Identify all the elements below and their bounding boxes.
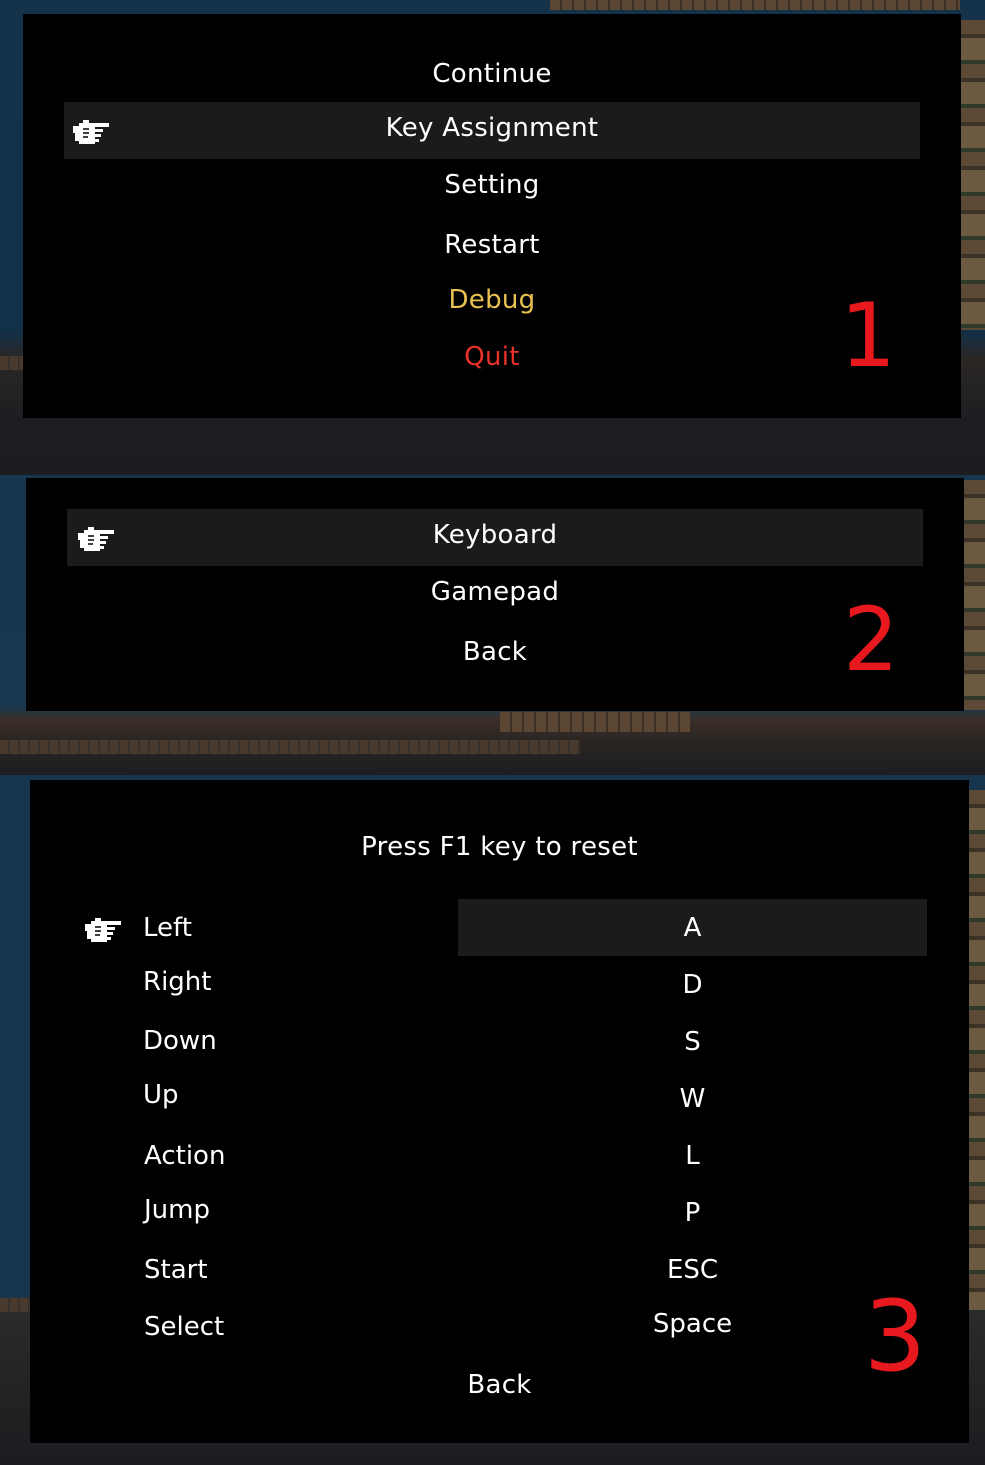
binding-action-left[interactable]: Left: [143, 911, 192, 945]
menu-item-restart[interactable]: Restart: [23, 228, 961, 262]
menu-item-quit[interactable]: Quit: [23, 340, 961, 374]
pause-menu-panel: Continue Key Assignment Setting Restart …: [23, 14, 961, 418]
binding-action-up[interactable]: Up: [143, 1078, 179, 1112]
key-assignment-panel: Keyboard Gamepad Back 2: [26, 478, 964, 711]
svg-text:3: 3: [864, 1280, 926, 1378]
binding-action-down[interactable]: Down: [143, 1024, 217, 1058]
binding-key-jump[interactable]: P: [458, 1196, 927, 1230]
binding-key-left[interactable]: A: [458, 911, 927, 945]
menu-item-back[interactable]: Back: [26, 635, 964, 669]
menu-item-gamepad[interactable]: Gamepad: [26, 575, 964, 609]
binding-key-up[interactable]: W: [458, 1082, 927, 1116]
ground-ledge: [0, 1298, 30, 1312]
binding-action-action[interactable]: Action: [144, 1139, 225, 1173]
pointing-hand-icon: [85, 918, 121, 942]
annotation-number-2: 2: [843, 588, 899, 678]
menu-item-debug[interactable]: Debug: [23, 283, 961, 317]
menu-item-setting[interactable]: Setting: [23, 168, 961, 202]
menu-item-continue[interactable]: Continue: [23, 57, 961, 91]
binding-key-action[interactable]: L: [458, 1139, 927, 1173]
svg-text:1: 1: [840, 284, 896, 374]
menu-item-key-assignment[interactable]: Key Assignment: [23, 111, 961, 145]
binding-action-start[interactable]: Start: [144, 1253, 208, 1287]
binding-key-right[interactable]: D: [458, 968, 927, 1002]
back-button[interactable]: Back: [30, 1368, 969, 1402]
binding-action-select[interactable]: Select: [144, 1310, 224, 1344]
ground-ledge: [0, 356, 24, 370]
wooden-beam: [550, 0, 960, 10]
annotation-number-1: 1: [840, 284, 896, 374]
wooden-platform: [500, 712, 690, 732]
annotation-number-3: 3: [864, 1280, 926, 1378]
binding-action-jump[interactable]: Jump: [144, 1193, 210, 1227]
ground-ledge: [0, 740, 580, 754]
keyboard-bindings-panel: Press F1 key to reset Left A Right D Dow…: [30, 780, 969, 1443]
binding-key-down[interactable]: S: [458, 1025, 927, 1059]
svg-text:2: 2: [843, 588, 899, 678]
menu-item-keyboard[interactable]: Keyboard: [26, 518, 964, 552]
wooden-wall-right: [959, 20, 985, 330]
reset-hint: Press F1 key to reset: [361, 832, 638, 862]
binding-action-right[interactable]: Right: [143, 965, 211, 999]
